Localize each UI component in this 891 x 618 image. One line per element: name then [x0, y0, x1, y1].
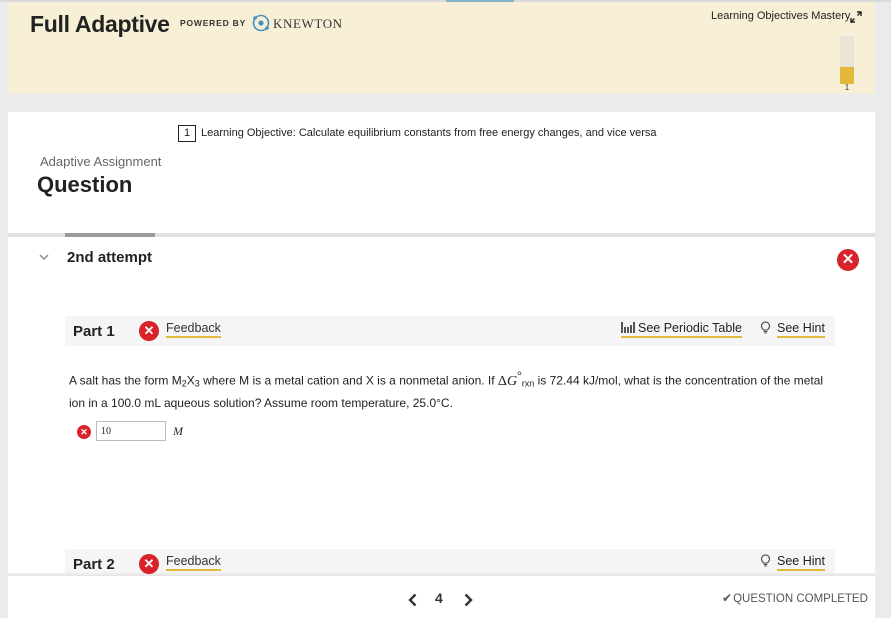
mastery-label[interactable]: Learning Objectives Mastery: [711, 10, 850, 22]
objective-text: Learning Objective: Calculate equilibriu…: [201, 127, 657, 139]
feedback-link[interactable]: Feedback: [166, 321, 221, 338]
page-title: Question: [37, 172, 133, 197]
knewton-logo-icon: [252, 14, 270, 32]
completion-status-label: QUESTION COMPLETED: [733, 593, 868, 605]
footer-bar: 4 ✔QUESTION COMPLETED: [8, 575, 875, 618]
periodic-table-label: See Periodic Table: [638, 321, 743, 335]
periodic-table-link[interactable]: See Periodic Table: [621, 321, 743, 338]
powered-by-label: POWERED BY: [180, 18, 247, 28]
mastery-bar: [840, 36, 854, 84]
completion-status: ✔QUESTION COMPLETED: [722, 591, 868, 605]
answer-input[interactable]: [96, 421, 166, 441]
attempt-label[interactable]: 2nd attempt: [67, 249, 152, 266]
chevron-left-icon[interactable]: [406, 592, 420, 608]
error-icon: ✕: [837, 249, 859, 271]
error-icon: ✕: [139, 321, 159, 341]
mastery-bar-fill: [840, 67, 854, 84]
answer-unit: M: [173, 424, 183, 438]
part-2-header: Part 2 ✕ Feedback See Hint: [65, 549, 835, 574]
expand-icon[interactable]: [850, 11, 862, 23]
periodic-table-icon: [621, 322, 635, 333]
brand-name: KNEWTON: [273, 16, 343, 31]
hint-label: See Hint: [777, 554, 825, 571]
part-label: Part 2: [73, 556, 115, 573]
chevron-right-icon[interactable]: [461, 592, 475, 608]
feedback-link[interactable]: Feedback: [166, 554, 221, 571]
app-title: Full Adaptive: [30, 11, 170, 37]
hint-link[interactable]: See Hint: [760, 321, 825, 338]
answer-error-icon: ✕: [77, 425, 91, 439]
mastery-count: 1: [844, 83, 850, 92]
check-icon: ✔: [722, 591, 733, 605]
lightbulb-icon: [760, 321, 771, 334]
lightbulb-icon: [760, 554, 771, 567]
hint-link[interactable]: See Hint: [760, 554, 825, 571]
question-header-card: 1 Learning Objective: Calculate equilibr…: [8, 112, 875, 233]
part-label: Part 1: [73, 323, 115, 340]
question-text: A salt has the form M2X3 where M is a me…: [69, 369, 824, 410]
header-banner: Full Adaptive POWERED BY KNEWTON Learnin…: [8, 2, 875, 94]
assignment-label: Adaptive Assignment: [40, 154, 162, 169]
hint-label: See Hint: [777, 321, 825, 338]
attempt-card: 2nd attempt ✕ Part 1 ✕ Feedback See Peri…: [8, 237, 875, 574]
page-number: 4: [435, 590, 443, 606]
chevron-down-icon[interactable]: [38, 252, 50, 262]
objective-number: 1: [178, 125, 196, 142]
error-icon: ✕: [139, 554, 159, 574]
part-1-header: Part 1 ✕ Feedback See Periodic Table See…: [65, 316, 835, 346]
